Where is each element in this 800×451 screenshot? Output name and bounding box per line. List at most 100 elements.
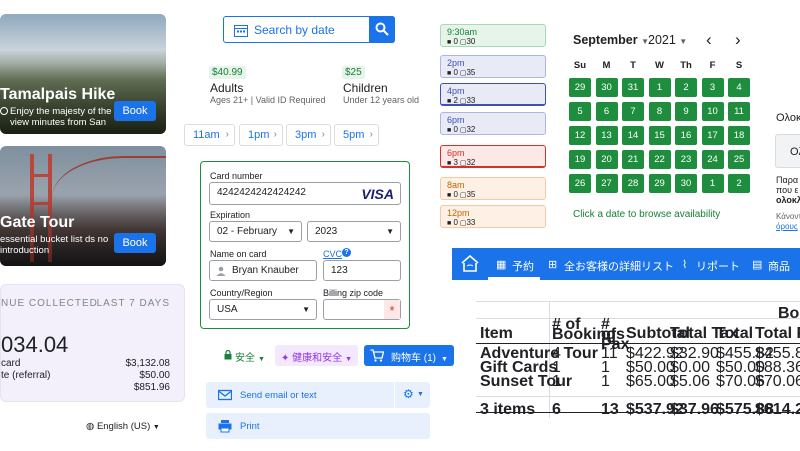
cart-button[interactable]: 购物车 (1) ▼ [364,345,454,366]
year-select[interactable]: 2021 ▼ [648,33,687,47]
tour-card-tamalpais[interactable]: Tamalpais Hike Enjoy the majesty of the … [0,14,166,134]
calendar-day[interactable]: 15 [648,126,671,145]
calendar-day[interactable]: 22 [648,150,671,169]
calendar-day[interactable]: 17 [701,126,724,145]
calendar-day[interactable]: 28 [622,174,644,193]
calendar-day[interactable]: 25 [728,150,750,169]
calendar-day[interactable]: 14 [622,126,644,145]
table-divider [476,301,800,302]
open-count: 35 [466,190,476,199]
calendar-day[interactable]: 2 [675,78,697,97]
calendar-day[interactable]: 29 [569,78,591,97]
month-select[interactable]: September ▼ [573,33,649,47]
calendar-day[interactable]: 27 [595,174,618,193]
tour-title: Gate Tour [0,214,75,231]
availability-slot[interactable]: 9:30am ■ 0 ▢30 [440,24,546,47]
calendar-hint: Click a date to browse availability [573,209,721,220]
calendar-day[interactable]: 21 [622,150,644,169]
calendar-day[interactable]: 1 [701,174,724,193]
calendar-day[interactable]: 13 [595,126,618,145]
calendar-day[interactable]: 6 [595,102,618,121]
slot-counts: ■ 0 ▢32 [447,125,545,136]
book-button[interactable]: Book [114,233,156,253]
nav-tab-guests[interactable]: ⊞ 全お客様の詳細リスト [548,248,674,280]
time-slot-1pm[interactable]: 1pm › [239,124,283,146]
time-slot-3pm[interactable]: 3pm › [286,124,331,146]
language-selector[interactable]: ◍ English (US) ▼ [86,421,160,432]
chevron-right-icon: › [225,129,229,140]
print-button[interactable]: Print [206,413,430,439]
lock-icon [224,350,232,360]
cvc-field[interactable]: 123 [323,260,401,281]
nav-tab-reports[interactable]: ⌇ リポート [682,248,744,280]
greek-button[interactable]: Ολ [775,134,800,168]
slot-counts: ■ 0 ▢33 [447,218,545,229]
time-slot-11am[interactable]: 11am › [184,124,235,146]
time-slot-5pm[interactable]: 5pm › [334,124,379,146]
country-label: Country/Region [210,288,273,298]
book-button[interactable]: Book [114,101,156,121]
tour-card-gate[interactable]: Gate Tour essential bucket list ds no in… [0,146,166,266]
calendar-day[interactable]: 19 [569,150,591,169]
slot-time: 6pm [447,148,465,158]
calendar-day[interactable]: 3 [701,78,724,97]
sparkle-icon: ✦ [281,353,290,364]
calendar-day[interactable]: 4 [728,78,750,97]
date-search[interactable]: Search by date [223,16,395,43]
card-number-field[interactable]: 4242424242424242 VISA [209,182,401,205]
country-select[interactable]: USA ▼ [209,299,317,320]
help-icon[interactable]: ? [342,248,351,257]
exp-year-select[interactable]: 2023 ▼ [307,221,401,242]
send-email-button[interactable]: Send email or text ⚙ ▼ [206,382,430,408]
table-divider [476,343,800,344]
availability-slot[interactable]: 2pm ■ 0 ▢35 [440,55,546,78]
cvc-label[interactable]: CVC [323,249,342,259]
search-button[interactable] [369,16,395,43]
nav-tab-bookings[interactable]: ▦ 予約 [488,248,540,280]
calendar-day[interactable]: 1 [648,78,671,97]
calendar-day[interactable]: 8 [648,102,671,121]
availability-slot[interactable]: 12pm ■ 0 ▢33 [440,205,546,228]
greek-text: Κάνοντ [776,212,800,221]
nav-tab-products[interactable]: ▤ 商品 [752,248,800,280]
availability-slot[interactable]: 4pm ■ 2 ▢33 [440,83,546,106]
exp-month-select[interactable]: 02 - February ▼ [209,221,302,242]
health-safety-menu[interactable]: ✦ 健康和安全 ▼ [275,345,359,366]
settings-menu[interactable]: ⚙ ▼ [394,382,430,408]
slot-counts: ■ 0 ▢35 [447,190,545,201]
name-field[interactable]: Bryan Knauber [209,260,317,281]
calendar-day[interactable]: 24 [701,150,724,169]
calendar-day[interactable]: 9 [675,102,697,121]
table-group-header: Book [778,305,800,322]
revenue-card: NUE COLLECTED LAST 7 DAYS 034.04 card $3,… [0,284,185,402]
calendar-day[interactable]: 2 [728,174,750,193]
availability-slot[interactable]: 6pm ■ 0 ▢32 [440,112,546,135]
calendar-day[interactable]: 10 [701,102,724,121]
zip-field[interactable]: * [323,299,401,320]
calendar-day[interactable]: 11 [728,102,750,121]
secure-menu[interactable]: 安全 ▼ [220,345,271,366]
booked-icon: ■ [447,160,452,167]
calendar-day[interactable]: 30 [595,78,618,97]
availability-slot[interactable]: 6pm ■ 3 ▢32 [440,145,546,168]
calendar-day[interactable]: 5 [569,102,591,121]
next-month-button[interactable]: › [735,30,741,50]
greek-link[interactable]: όρους [776,222,798,231]
calendar-day[interactable]: 29 [648,174,671,193]
calendar-day[interactable]: 20 [595,150,618,169]
calendar-day[interactable]: 30 [675,174,697,193]
calendar-day[interactable]: 12 [569,126,591,145]
calendar-day[interactable]: 23 [675,150,697,169]
calendar-day[interactable]: 26 [569,174,591,193]
calendar-day[interactable]: 18 [728,126,750,145]
table-total-cell: 6 [552,401,561,418]
slot-counts: ■ 0 ▢30 [447,37,545,48]
calendar-day[interactable]: 7 [622,102,644,121]
revenue-total: 034.04 [1,332,69,357]
prev-month-button[interactable]: ‹ [706,30,712,50]
availability-slot[interactable]: 8am ■ 0 ▢35 [440,177,546,200]
child-label: Children [343,81,388,95]
table-divider [476,396,800,397]
calendar-day[interactable]: 16 [675,126,697,145]
calendar-day[interactable]: 31 [622,78,644,97]
